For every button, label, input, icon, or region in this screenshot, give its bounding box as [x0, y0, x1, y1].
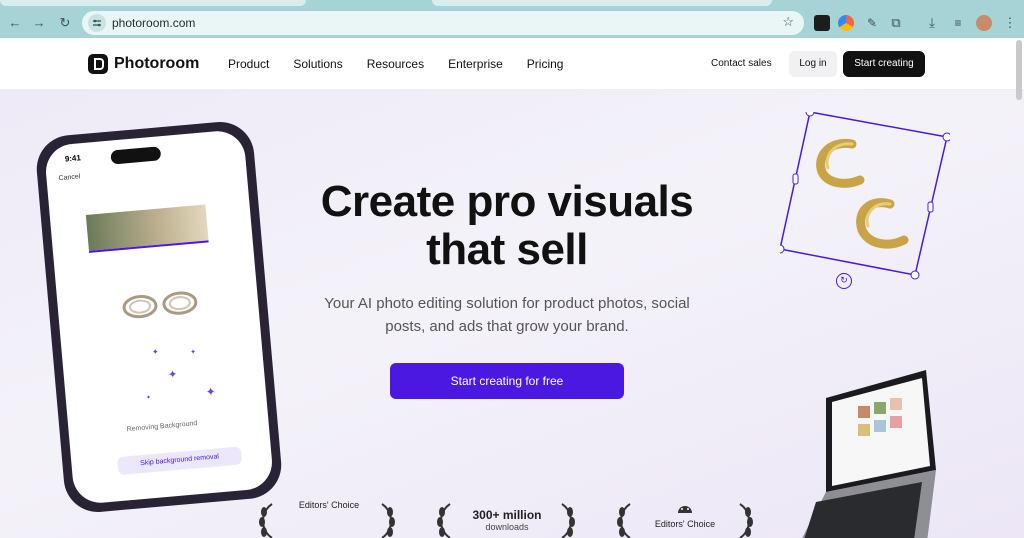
contact-sales-link[interactable]: Contact sales: [711, 58, 772, 69]
login-button[interactable]: Log in: [789, 51, 837, 77]
rotate-icon: ↻: [836, 273, 852, 289]
award-label: Editors' Choice: [654, 519, 716, 529]
bookmark-star-icon[interactable]: ☆: [782, 14, 794, 30]
reload-icon[interactable]: ↻: [56, 14, 74, 32]
pen-extension-icon[interactable]: ✎: [864, 15, 880, 31]
phone-screen: 9:41 Cancel ✦ ✦ ✦ ✦ ✦ Removing Backgroun…: [43, 128, 275, 506]
page-scrollbar[interactable]: [1016, 40, 1022, 100]
extension-icon[interactable]: [814, 15, 830, 31]
start-creating-free-button[interactable]: Start creating for free: [390, 363, 624, 399]
logo-text: Photoroom: [114, 55, 200, 72]
subhead-line-2: posts, and ads that grow your brand.: [385, 318, 629, 335]
phone-skip-button: Skip background removal: [117, 446, 243, 476]
phone-notch: [110, 146, 162, 165]
menu-kebab-icon[interactable]: ⋮: [1002, 15, 1018, 31]
laurel-right-icon: [381, 503, 395, 538]
android-icon: [678, 506, 692, 513]
nav-pricing[interactable]: Pricing: [527, 57, 564, 71]
laurel-right-icon: [561, 503, 575, 538]
subhead-line-1: Your AI photo editing solution for produ…: [324, 295, 690, 312]
forward-icon[interactable]: →: [30, 14, 48, 32]
sparkle-icon: ✦: [151, 347, 160, 357]
laurel-left-icon: [259, 503, 273, 538]
laurel-left-icon: [437, 503, 451, 538]
award-downloads: 300+ million downloads: [462, 508, 552, 532]
address-bar[interactable]: photoroom.com ☆: [82, 11, 804, 35]
sparkle-icon: ✦: [145, 395, 152, 402]
phone-mockup: 9:41 Cancel ✦ ✦ ✦ ✦ ✦ Removing Backgroun…: [33, 119, 285, 515]
downloads-label: downloads: [485, 522, 529, 532]
site-settings-icon[interactable]: [88, 14, 106, 32]
phone-cancel-link: Cancel: [58, 173, 81, 183]
award-android-editors-choice: Editors' Choice: [646, 500, 724, 529]
profile-avatar[interactable]: [976, 15, 992, 31]
browser-tab-strip: [0, 0, 1024, 8]
hero-section: 9:41 Cancel ✦ ✦ ✦ ✦ ✦ Removing Backgroun…: [0, 90, 1024, 538]
sparkle-icon: ✦: [167, 368, 178, 382]
browser-tab[interactable]: [432, 0, 772, 6]
logo-icon: [88, 54, 108, 74]
url-text: photoroom.com: [112, 16, 196, 30]
sparkle-icon: ✦: [205, 384, 217, 400]
hero-headline: Create pro visuals that sell: [262, 178, 752, 274]
nav-solutions[interactable]: Solutions: [293, 57, 342, 71]
site-header: Photoroom Product Solutions Resources En…: [0, 38, 1024, 90]
phone-status-text: Removing Background: [126, 420, 198, 434]
earrings-selection-illustration: [780, 112, 950, 280]
browser-tab[interactable]: [0, 0, 306, 6]
phone-time: 9:41: [64, 153, 82, 164]
photoroom-logo[interactable]: Photoroom: [88, 54, 199, 74]
main-nav: Product Solutions Resources Enterprise P…: [228, 57, 587, 71]
back-icon[interactable]: ←: [6, 14, 24, 32]
hero-subheading: Your AI photo editing solution for produ…: [282, 292, 732, 338]
nav-resources[interactable]: Resources: [367, 57, 424, 71]
downloads-count: 300+ million: [472, 508, 542, 522]
laptop-illustration: [802, 370, 936, 538]
phone-earrings-image: [122, 291, 198, 319]
extension-icon[interactable]: [838, 15, 854, 31]
headline-line-2: that sell: [426, 225, 588, 274]
media-list-icon[interactable]: ≡: [950, 15, 966, 31]
laurel-right-icon: [739, 503, 753, 538]
nav-product[interactable]: Product: [228, 57, 269, 71]
phone-photo-preview: [85, 204, 209, 253]
headline-line-1: Create pro visuals: [320, 177, 694, 226]
sparkle-icon: ✦: [189, 348, 197, 357]
download-icon[interactable]: ⤓: [924, 15, 940, 31]
award-apple-editors-choice: Editors' Choice: [290, 500, 368, 510]
award-label: Editors' Choice: [298, 500, 360, 510]
extensions-puzzle-icon[interactable]: ⧉: [888, 15, 904, 31]
start-creating-button[interactable]: Start creating: [843, 51, 925, 77]
laurel-left-icon: [617, 503, 631, 538]
nav-enterprise[interactable]: Enterprise: [448, 57, 503, 71]
browser-toolbar: ← → ↻ photoroom.com ☆ ✎ ⧉ ⤓ ≡ ⋮: [0, 8, 1024, 38]
